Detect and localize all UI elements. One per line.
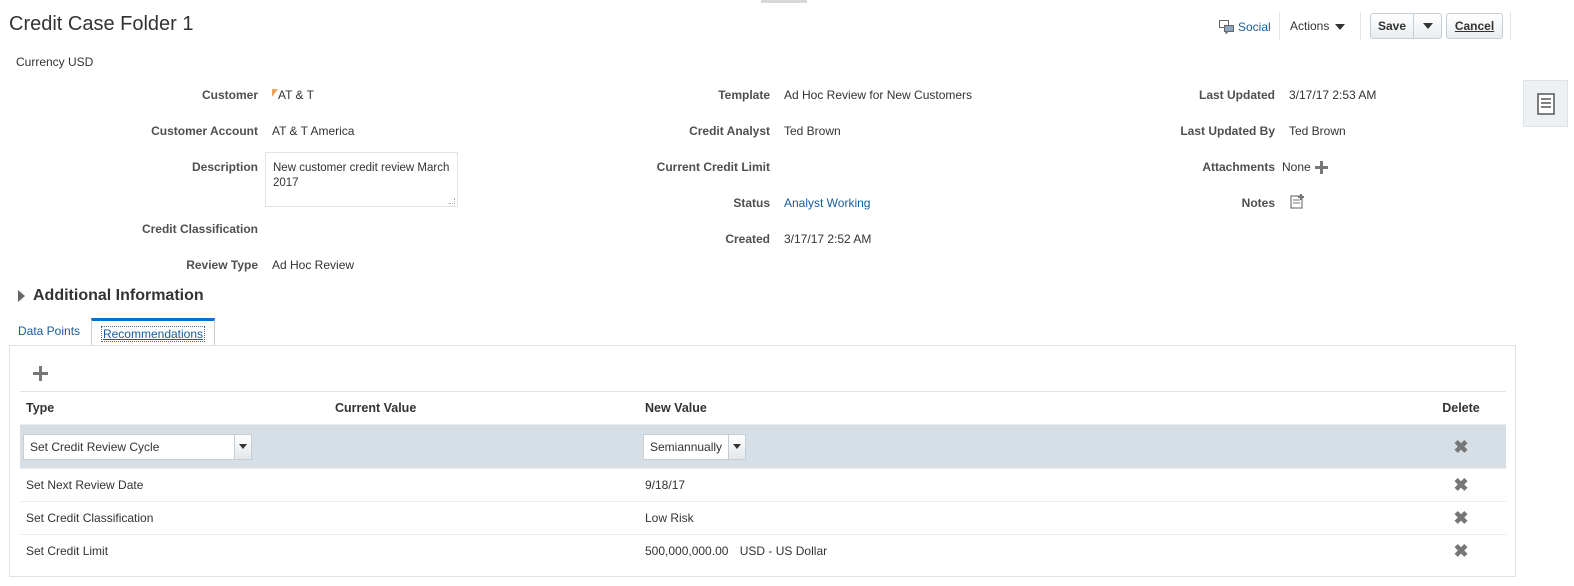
tab-recommendations-label[interactable]: Recommendations <box>100 326 206 342</box>
status-link[interactable]: Analyst Working <box>784 196 870 210</box>
table-row[interactable]: Set Credit Classification Low Risk ✖ <box>20 501 1506 535</box>
notes-icon <box>1290 194 1304 209</box>
current-value-cell <box>329 534 639 568</box>
resize-handle[interactable] <box>449 198 455 204</box>
table-row[interactable]: Set Credit Review Cycle Semiannually ✖ <box>20 424 1506 469</box>
delete-icon[interactable]: ✖ <box>1453 476 1468 494</box>
toolbar-divider <box>1510 12 1511 40</box>
notes-label: Notes <box>1241 196 1275 210</box>
type-cell: Set Credit Classification <box>20 501 329 535</box>
type-cell: Set Credit Review Cycle <box>20 424 329 469</box>
plus-icon[interactable] <box>1314 160 1328 174</box>
new-value-cell: 500,000,000.00 USD - US Dollar <box>639 534 1416 568</box>
recommendations-table: Type Current Value New Value Delete Set … <box>20 391 1506 568</box>
page-title: Credit Case Folder 1 <box>9 13 194 35</box>
social-icon <box>1219 20 1234 34</box>
side-panel-icon <box>1536 92 1555 115</box>
attachments-value: None <box>1282 160 1328 174</box>
description-field[interactable]: New customer credit review March 2017 <box>265 152 458 207</box>
new-value-select-button[interactable] <box>728 434 746 459</box>
description-label: Description <box>191 160 258 174</box>
delete-icon[interactable]: ✖ <box>1453 438 1468 456</box>
current-value-cell <box>329 424 639 469</box>
save-options-button[interactable] <box>1413 14 1441 38</box>
table-row[interactable]: Set Credit Limit 500,000,000.00 USD - US… <box>20 534 1506 568</box>
credit-limit-amount: 500,000,000.00 <box>645 544 729 559</box>
type-cell: Set Credit Limit <box>20 534 329 568</box>
column-header-type: Type <box>20 391 329 425</box>
save-button-group[interactable]: Save <box>1370 13 1442 39</box>
social-link[interactable]: Social <box>1219 20 1271 34</box>
credit-analyst-value: Ted Brown <box>784 124 841 138</box>
chevron-down-icon <box>1422 23 1433 29</box>
add-recommendation-button[interactable] <box>33 366 48 384</box>
customer-value-text: AT & T <box>278 88 315 102</box>
review-type-value: Ad Hoc Review <box>272 258 355 272</box>
column-header-delete: Delete <box>1416 391 1506 425</box>
currency-label: Currency USD <box>16 55 94 69</box>
table-row[interactable]: Set Next Review Date 9/18/17 ✖ <box>20 468 1506 502</box>
cancel-button[interactable]: Cancel <box>1446 13 1503 39</box>
side-panel-button[interactable] <box>1523 80 1568 127</box>
plus-icon <box>33 366 48 381</box>
template-label: Template <box>718 88 770 102</box>
chevron-down-icon <box>733 444 742 449</box>
additional-information-heading: Additional Information <box>33 287 204 304</box>
chevron-down-icon <box>1335 24 1346 30</box>
credit-classification-label: Credit Classification <box>141 222 258 236</box>
column-header-new-value: New Value <box>639 391 1416 425</box>
delete-icon[interactable]: ✖ <box>1453 509 1468 527</box>
save-button[interactable]: Save <box>1371 14 1413 38</box>
new-value-select[interactable]: Semiannually <box>643 433 747 460</box>
new-value-cell: Low Risk <box>639 501 1416 535</box>
actions-label[interactable]: Actions <box>1290 19 1329 33</box>
actions-menu[interactable]: Actions <box>1290 19 1346 33</box>
description-text[interactable]: New customer credit review March 2017 <box>273 162 449 189</box>
new-value-cell: 9/18/17 <box>639 468 1416 502</box>
toolbar-divider <box>1279 12 1280 40</box>
last-updated-by-label: Last Updated By <box>1180 124 1275 138</box>
customer-value: AT & T <box>272 88 314 102</box>
delete-cell: ✖ <box>1416 534 1506 568</box>
notes-button[interactable] <box>1290 194 1306 213</box>
attachments-label: Attachments <box>1202 160 1275 174</box>
new-value-cell: Semiannually <box>639 424 1416 469</box>
last-updated-by-value: Ted Brown <box>1289 124 1346 138</box>
last-updated-value: 3/17/17 2:53 AM <box>1289 88 1377 102</box>
social-label[interactable]: Social <box>1238 20 1271 34</box>
tab-recommendations[interactable]: Recommendations <box>91 318 215 346</box>
table-header-row: Type Current Value New Value Delete <box>20 391 1506 425</box>
current-value-cell <box>329 501 639 535</box>
attachments-none-text: None <box>1282 160 1311 174</box>
customer-account-label: Customer Account <box>151 124 258 138</box>
current-value-cell <box>329 468 639 502</box>
current-credit-limit-label: Current Credit Limit <box>656 160 770 174</box>
credit-limit-currency: USD - US Dollar <box>739 544 828 559</box>
customer-label: Customer <box>201 88 258 102</box>
last-updated-label: Last Updated <box>1198 88 1275 102</box>
status-label: Status <box>733 196 770 210</box>
delete-cell: ✖ <box>1416 424 1506 469</box>
column-header-current-value: Current Value <box>329 391 639 425</box>
type-select[interactable]: Set Credit Review Cycle <box>23 433 252 460</box>
expand-triangle-icon <box>18 290 25 302</box>
created-value: 3/17/17 2:52 AM <box>784 232 872 246</box>
type-cell: Set Next Review Date <box>20 468 329 502</box>
template-value: Ad Hoc Review for New Customers <box>784 88 973 102</box>
credit-analyst-label: Credit Analyst <box>689 124 770 138</box>
customer-account-value: AT & T America <box>272 124 355 138</box>
delete-cell: ✖ <box>1416 468 1506 502</box>
top-handle[interactable] <box>761 0 807 3</box>
additional-information-toggle[interactable]: Additional Information <box>18 287 204 305</box>
review-type-label: Review Type <box>186 258 258 272</box>
chevron-down-icon <box>239 444 247 449</box>
type-select-value[interactable]: Set Credit Review Cycle <box>24 435 234 459</box>
delete-icon[interactable]: ✖ <box>1453 542 1468 560</box>
new-value-select-value[interactable]: Semiannually <box>644 435 728 459</box>
tab-data-points[interactable]: Data Points <box>18 318 80 346</box>
created-label: Created <box>725 232 770 246</box>
type-select-button[interactable] <box>234 434 251 459</box>
delete-cell: ✖ <box>1416 501 1506 535</box>
toolbar-divider <box>1360 12 1361 40</box>
